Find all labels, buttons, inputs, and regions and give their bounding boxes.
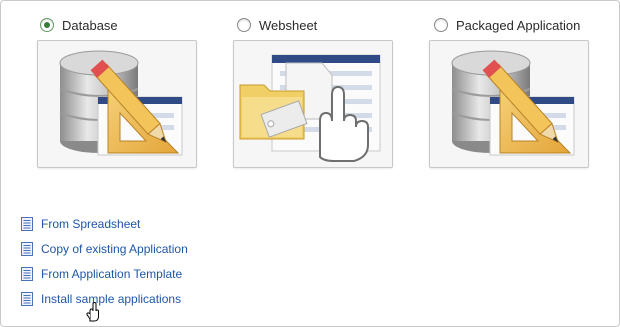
document-icon <box>21 216 33 231</box>
database-tile[interactable] <box>37 40 197 168</box>
websheet-hand-icon <box>239 54 381 162</box>
database-pencil-icon <box>451 50 575 156</box>
option-packaged-application[interactable]: Packaged Application <box>434 14 609 36</box>
document-icon <box>21 241 33 256</box>
packaged-application-label[interactable]: Packaged Application <box>456 18 580 33</box>
database-radio[interactable] <box>40 18 54 32</box>
from-spreadsheet-label[interactable]: From Spreadsheet <box>41 217 140 231</box>
packaged-application-radio[interactable] <box>434 18 448 32</box>
websheet-radio[interactable] <box>237 18 251 32</box>
packaged-application-tile[interactable] <box>429 40 589 168</box>
database-label[interactable]: Database <box>62 18 118 33</box>
option-websheet[interactable]: Websheet <box>237 14 412 36</box>
document-icon <box>21 291 33 306</box>
link-from-spreadsheet[interactable]: From Spreadsheet <box>21 211 188 236</box>
copy-existing-application-label[interactable]: Copy of existing Application <box>41 242 188 256</box>
link-copy-existing-application[interactable]: Copy of existing Application <box>21 236 188 261</box>
link-from-application-template[interactable]: From Application Template <box>21 261 188 286</box>
websheet-label[interactable]: Websheet <box>259 18 317 33</box>
create-options-list: From Spreadsheet Copy of existing Applic… <box>21 211 188 311</box>
database-pencil-icon <box>59 50 183 156</box>
link-install-sample-applications[interactable]: Install sample applications <box>21 286 188 311</box>
install-sample-applications-label[interactable]: Install sample applications <box>41 292 181 306</box>
option-database[interactable]: Database <box>40 14 215 36</box>
hand-pointer-cursor-icon <box>86 302 99 322</box>
document-icon <box>21 266 33 281</box>
from-application-template-label[interactable]: From Application Template <box>41 267 182 281</box>
websheet-tile[interactable] <box>233 40 393 168</box>
